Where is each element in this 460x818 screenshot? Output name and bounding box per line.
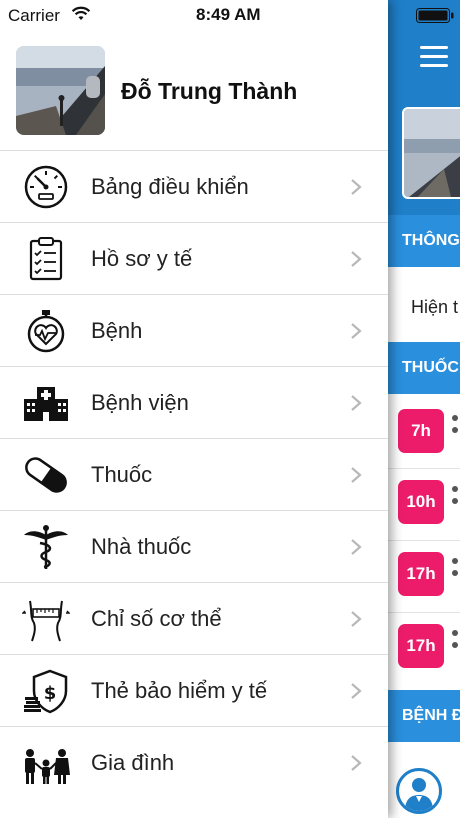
hamburger-menu-icon[interactable] xyxy=(420,46,448,68)
menu-item-label: Nhà thuốc xyxy=(91,534,192,559)
battery-icon xyxy=(416,8,454,23)
heart-stopwatch-icon xyxy=(27,310,65,353)
menu-item-hospital[interactable]: Bệnh viện xyxy=(0,366,388,438)
main-profile-photo xyxy=(402,107,460,199)
chevron-right-icon xyxy=(351,539,362,555)
insurance-shield-icon: $ xyxy=(24,669,68,714)
chevron-right-icon xyxy=(351,683,362,699)
menu-item-label: Thuốc xyxy=(91,462,153,487)
medicine-time-badge[interactable]: 10h xyxy=(398,480,444,524)
menu-item-medicine[interactable]: Thuốc xyxy=(0,438,388,510)
body-measure-icon xyxy=(22,600,70,642)
svg-text:$: $ xyxy=(44,683,57,704)
status-time: 8:49 AM xyxy=(196,5,261,24)
doctor-avatar-icon[interactable] xyxy=(396,768,442,814)
section-header-info: THÔNG xyxy=(388,215,460,267)
menu-item-label: Chỉ số cơ thể xyxy=(91,606,222,631)
drawer-profile[interactable]: Đỗ Trung Thành xyxy=(0,30,388,150)
medicine-time-badge[interactable]: 7h xyxy=(398,409,444,453)
menu-item-label: Thẻ bảo hiểm y tế xyxy=(91,678,268,703)
chevron-right-icon xyxy=(351,251,362,267)
menu-item-family[interactable]: Gia đình xyxy=(0,726,388,798)
chevron-right-icon xyxy=(351,395,362,411)
section-header-medicine: THUỐC xyxy=(388,342,460,394)
chevron-right-icon xyxy=(351,467,362,483)
menu-item-label: Bệnh viện xyxy=(91,390,189,415)
menu-item-dashboard[interactable]: Bảng điều khiển xyxy=(0,150,388,222)
menu-item-label: Bảng điều khiển xyxy=(91,174,249,199)
menu-item-body-index[interactable]: Chỉ số cơ thể xyxy=(0,582,388,654)
drawer-menu: Bảng điều khiển Hồ sơ y tế Bệnh Bệnh việ… xyxy=(0,150,388,798)
user-name: Đỗ Trung Thành xyxy=(121,78,298,104)
main-screen-preview[interactable]: THÔNG Hiện t THUỐC 7h 10h 17h 17h BỆNH Đ xyxy=(388,0,460,818)
menu-item-disease[interactable]: Bệnh xyxy=(0,294,388,366)
medicine-time-badge[interactable]: 17h xyxy=(398,624,444,668)
caduceus-icon xyxy=(24,525,68,569)
medicine-time-badge[interactable]: 17h xyxy=(398,552,444,596)
chevron-right-icon xyxy=(351,323,362,339)
carrier-label: Carrier xyxy=(8,6,60,25)
dashboard-gauge-icon xyxy=(24,165,68,209)
section-header-disease: BỆNH Đ xyxy=(388,690,460,742)
family-icon xyxy=(25,749,70,784)
side-drawer: Đỗ Trung Thành Bảng điều khiển Hồ sơ y t… xyxy=(0,0,388,818)
menu-item-medical-records[interactable]: Hồ sơ y tế xyxy=(0,222,388,294)
main-profile-banner xyxy=(388,95,460,215)
chevron-right-icon xyxy=(351,755,362,771)
menu-item-label: Bệnh xyxy=(91,318,143,343)
clipboard-checklist-icon xyxy=(29,237,63,281)
menu-item-insurance[interactable]: $ Thẻ bảo hiểm y tế xyxy=(0,654,388,726)
pill-capsule-icon xyxy=(25,457,67,493)
menu-item-pharmacy[interactable]: Nhà thuốc xyxy=(0,510,388,582)
menu-item-label: Gia đình xyxy=(91,750,175,775)
user-avatar[interactable] xyxy=(16,46,105,135)
status-bar: Carrier 8:49 AM xyxy=(0,0,460,30)
chevron-right-icon xyxy=(351,611,362,627)
info-row-text: Hiện t xyxy=(411,297,459,317)
wifi-icon xyxy=(71,6,91,20)
menu-item-label: Hồ sơ y tế xyxy=(91,246,193,271)
hospital-building-icon xyxy=(24,387,68,421)
chevron-right-icon xyxy=(351,179,362,195)
